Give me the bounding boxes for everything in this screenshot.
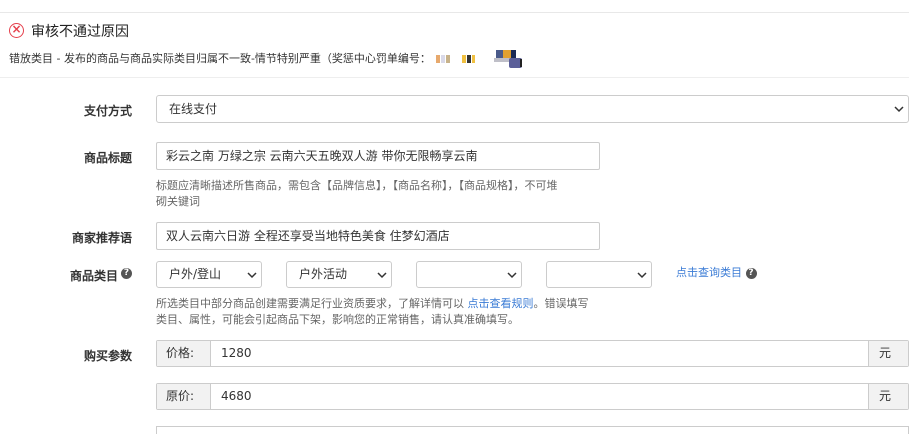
chevron-down-icon [637,272,647,279]
rejection-title: 审核不通过原因 [31,24,129,40]
query-category-link-text[interactable]: 点击查询类目 [676,266,742,279]
redacted-ticket-number [436,50,523,68]
category-level2-value: 户外活动 [299,267,348,281]
rejection-reason: 错放类目 - 发布的商品与商品实际类目归属不一致-情节特别严重（奖惩中心罚单编号… [9,50,523,68]
review-rejection-notice: × 审核不通过原因 错放类目 - 发布的商品与商品实际类目归属不一致-情节特别严… [0,13,909,77]
section-divider [0,77,909,78]
category-level1-value: 户外/登山 [169,267,222,281]
product-title-hint: 标题应清晰描述所售商品，需包含【品牌信息】，【商品名称】，【商品规格】，不可堆 … [156,178,606,210]
product-title-hint-line2: 砌关键词 [156,195,200,208]
original-price-input[interactable]: 4680 [221,384,252,409]
category-select-level4[interactable] [546,261,652,288]
merchant-recommend-input[interactable]: 双人云南六日游 全程还享受当地特色美食 住梦幻酒店 [156,222,600,250]
product-title-label: 商品标题 [83,151,132,165]
chevron-down-icon [507,272,517,279]
category-select-level3[interactable] [416,261,522,288]
help-icon[interactable]: ? [121,268,132,279]
product-category-label: 商品类目 [69,269,118,283]
category-hint-prefix: 所选类目中部分商品创建需要满足行业资质要求，了解详情可以 [156,297,464,310]
purchase-params-label: 购买参数 [83,349,132,363]
product-title-hint-line1: 标题应清晰描述所售商品，需包含【品牌信息】，【商品名称】，【商品规格】，不可堆 [156,179,558,192]
original-price-input-group[interactable]: 原价: 4680 元 [156,383,909,410]
category-hint-line2: 类目、属性，可能会引起商品下架，影响您的正常销售，请认真准确填写。 [156,313,519,326]
chevron-down-icon [377,270,387,280]
chevron-down-icon [894,106,904,113]
next-input-group-partial[interactable] [156,426,909,434]
query-category-link[interactable]: 点击查询类目 ? [676,264,757,280]
original-price-prefix-label: 原价: [157,384,211,409]
payment-method-select[interactable]: 在线支付 [156,95,909,123]
price-input[interactable]: 1280 [221,341,252,366]
product-title-input[interactable]: 彩云之南 万绿之宗 云南六天五晚双人游 带你无限畅享云南 [156,142,600,170]
price-input-group[interactable]: 价格: 1280 元 [156,340,909,367]
price-unit: 元 [868,341,908,366]
chevron-down-icon [247,270,257,280]
error-circle-icon: × [9,23,24,38]
category-hint-suffix: 。错误填写 [533,297,589,310]
payment-method-label: 支付方式 [83,104,132,118]
rejection-reason-text: 错放类目 - 发布的商品与商品实际类目归属不一致-情节特别严重（奖惩中心罚单编号… [9,52,431,65]
price-prefix-label: 价格: [157,341,211,366]
payment-method-value: 在线支付 [169,102,218,116]
category-select-level1[interactable]: 户外/登山 [156,261,262,288]
category-hint: 所选类目中部分商品创建需要满足行业资质要求，了解详情可以 点击查看规则。错误填写… [156,296,616,328]
view-rules-link[interactable]: 点击查看规则 [468,297,534,310]
original-price-unit: 元 [868,384,908,409]
category-select-level2[interactable]: 户外活动 [286,261,392,288]
merchant-recommend-label: 商家推荐语 [71,231,132,245]
help-icon[interactable]: ? [745,267,757,279]
